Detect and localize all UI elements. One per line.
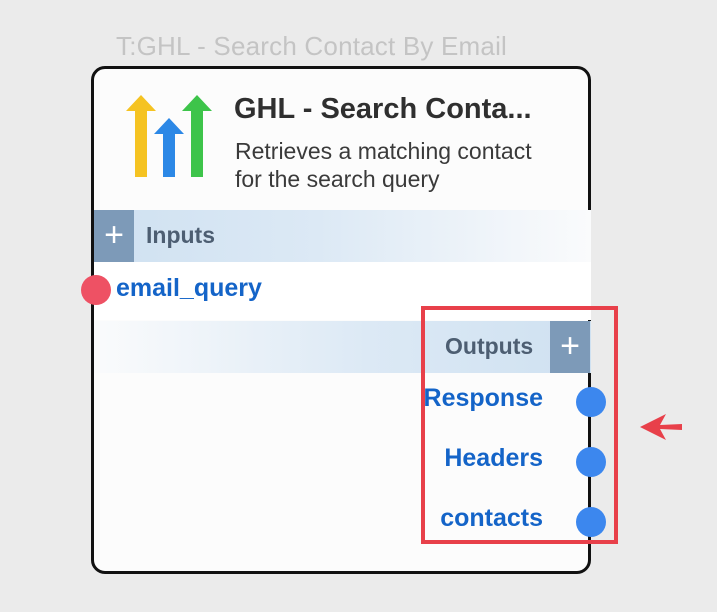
add-input-button[interactable]: + (94, 210, 134, 262)
inputs-label: Inputs (146, 222, 215, 248)
node-description: Retrieves a matching contact for the sea… (235, 138, 532, 192)
logo-blue-arrow (154, 118, 184, 177)
input-port-label: email_query (116, 274, 262, 302)
input-port-connector[interactable] (81, 275, 111, 305)
node-caption: T:GHL - Search Contact By Email (116, 31, 508, 61)
highlevel-logo-icon (126, 95, 212, 177)
inputs-section-header: + Inputs (94, 210, 591, 262)
pointer-arrow-icon (640, 414, 682, 440)
node-title: GHL - Search Conta... (234, 93, 532, 125)
logo-green-arrow (182, 95, 212, 177)
outputs-highlight-box (421, 306, 618, 544)
logo-yellow-arrow (126, 95, 156, 177)
workflow-canvas[interactable]: T:GHL - Search Contact By Email GHL - Se… (0, 0, 717, 612)
